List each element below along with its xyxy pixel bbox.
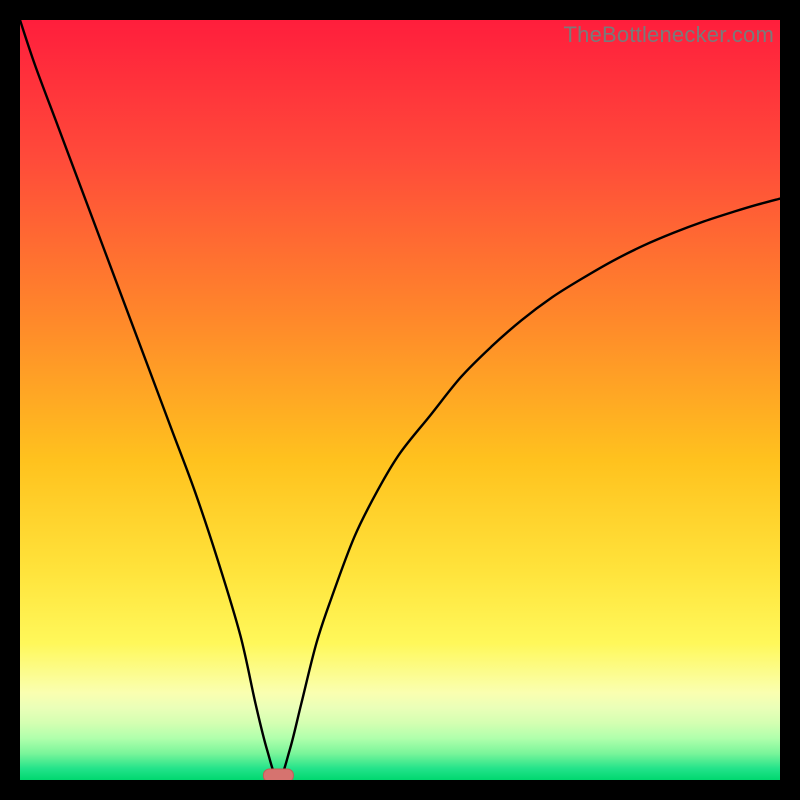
- gradient-background: [20, 20, 780, 780]
- bottleneck-chart: [20, 20, 780, 780]
- watermark-label: TheBottlenecker.com: [564, 22, 774, 48]
- minimum-marker: [263, 769, 293, 780]
- chart-frame: TheBottlenecker.com: [20, 20, 780, 780]
